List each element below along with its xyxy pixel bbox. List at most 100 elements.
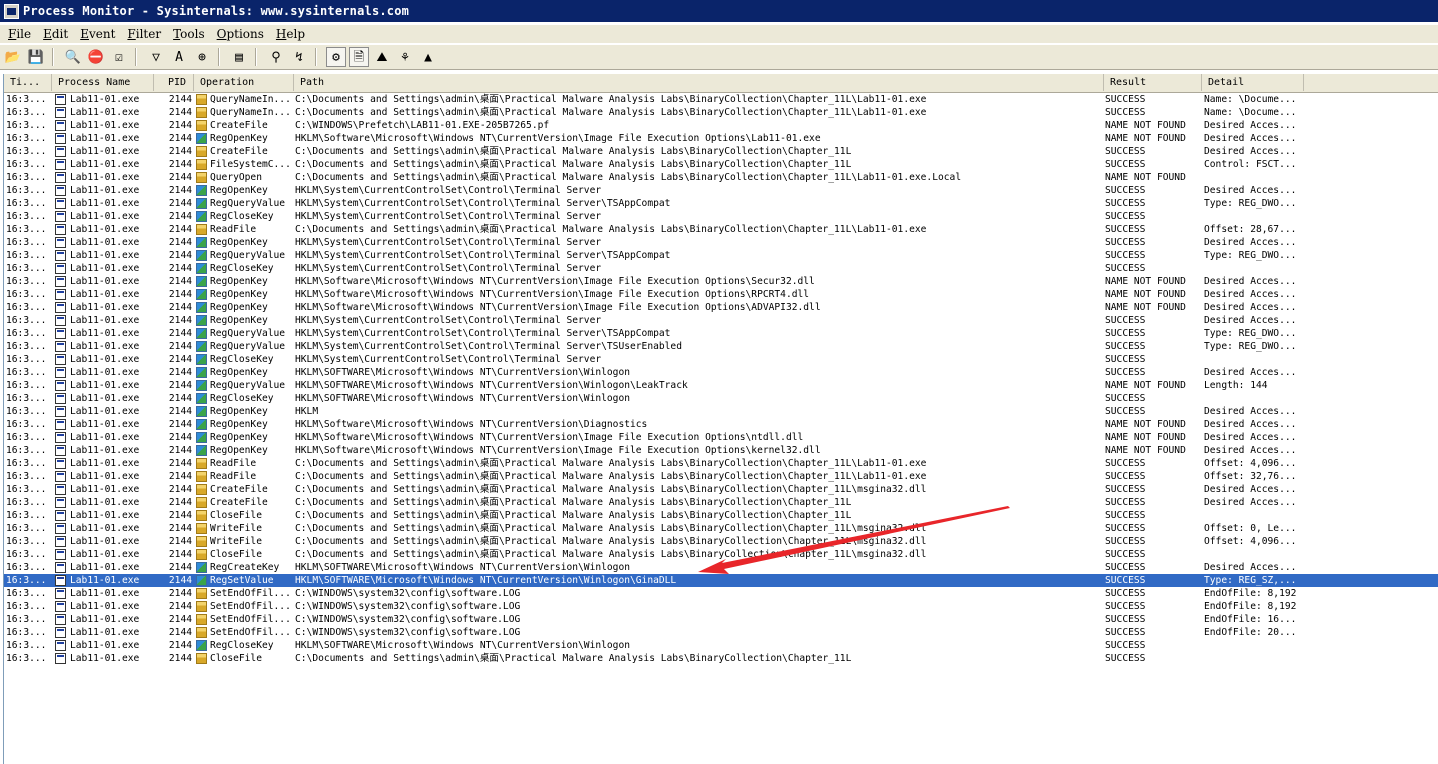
table-row[interactable]: 16:3... Lab11-01.exe 2144 RegCloseKey HKLM\S… bbox=[4, 353, 1438, 366]
table-row[interactable]: 16:3... Lab11-01.exe 2144 CreateFile C:\WIND… bbox=[4, 119, 1438, 132]
table-row[interactable]: 16:3... Lab11-01.exe 2144 SetEndOfFil... C:\… bbox=[4, 600, 1438, 613]
table-row[interactable]: 16:3... Lab11-01.exe 2144 SetEndOfFil... C:\… bbox=[4, 587, 1438, 600]
column-process-name[interactable]: Process Name bbox=[52, 74, 154, 91]
menu-accelerator: F bbox=[127, 27, 136, 41]
table-row[interactable]: 16:3... Lab11-01.exe 2144 RegCloseKey HKLM\S… bbox=[4, 262, 1438, 275]
table-row[interactable]: 16:3... Lab11-01.exe 2144 RegOpenKey HKLM\Sy… bbox=[4, 184, 1438, 197]
column-time[interactable]: Ti... bbox=[4, 74, 52, 91]
target-icon: ⊕ bbox=[198, 49, 206, 65]
table-row[interactable]: 16:3... Lab11-01.exe 2144 RegOpenKey HKLM\So… bbox=[4, 418, 1438, 431]
cell-path: HKLM\Software\Microsoft\Windows NT\Curre… bbox=[295, 302, 821, 313]
table-row[interactable]: 16:3... Lab11-01.exe 2144 RegOpenKey HKLM\SO… bbox=[4, 366, 1438, 379]
table-row[interactable]: 16:3... Lab11-01.exe 2144 ReadFile C:\Docume… bbox=[4, 470, 1438, 483]
menu-edit[interactable]: Edit bbox=[43, 27, 68, 41]
target-button[interactable]: ⊕ bbox=[192, 47, 212, 67]
table-row[interactable]: 16:3... Lab11-01.exe 2144 RegOpenKey HKLM\So… bbox=[4, 132, 1438, 145]
show-process-button[interactable]: ⚘ bbox=[395, 47, 415, 67]
process-icon bbox=[55, 172, 66, 183]
menu-help[interactable]: Help bbox=[276, 27, 305, 41]
table-row[interactable]: 16:3... Lab11-01.exe 2144 RegQueryValue HKLM… bbox=[4, 249, 1438, 262]
table-row[interactable]: 16:3... Lab11-01.exe 2144 QueryNameIn... C:\… bbox=[4, 106, 1438, 119]
app-icon[interactable] bbox=[4, 3, 19, 19]
table-row[interactable]: 16:3... Lab11-01.exe 2144 RegOpenKey HKLM\Sy… bbox=[4, 236, 1438, 249]
table-row[interactable]: 16:3... Lab11-01.exe 2144 QueryNameIn... C:\… bbox=[4, 93, 1438, 106]
column-operation[interactable]: Operation bbox=[194, 74, 294, 91]
table-row[interactable]: 16:3... Lab11-01.exe 2144 QueryOpen C:\Docum… bbox=[4, 171, 1438, 184]
table-row[interactable]: 16:3... Lab11-01.exe 2144 FileSystemC... C:\… bbox=[4, 158, 1438, 171]
registry-icon bbox=[196, 237, 207, 248]
table-row[interactable]: 16:3... Lab11-01.exe 2144 ReadFile C:\Docume… bbox=[4, 457, 1438, 470]
magnify-button[interactable]: 🔍 bbox=[63, 47, 83, 67]
process-icon bbox=[55, 289, 66, 300]
table-row[interactable]: 16:3... Lab11-01.exe 2144 RegCloseKey HKLM\S… bbox=[4, 210, 1438, 223]
cell-detail bbox=[1204, 353, 1304, 366]
table-row[interactable]: 16:3... Lab11-01.exe 2144 WriteFile C:\Docum… bbox=[4, 522, 1438, 535]
table-row[interactable]: 16:3... Lab11-01.exe 2144 RegQueryValue HKLM… bbox=[4, 340, 1438, 353]
table-row[interactable]: 16:3... Lab11-01.exe 2144 CreateFile C:\Docu… bbox=[4, 483, 1438, 496]
show-filesystem-button[interactable]: 🗎 bbox=[349, 47, 369, 67]
properties-button[interactable]: ▤ bbox=[229, 47, 249, 67]
show-network-button[interactable]: ⛰ bbox=[372, 47, 392, 67]
table-row[interactable]: 16:3... Lab11-01.exe 2144 RegCloseKey HKLM\S… bbox=[4, 639, 1438, 652]
event-list[interactable]: Ti... Process Name PID Operation Path Re… bbox=[3, 74, 1438, 764]
registry-icon bbox=[196, 575, 207, 586]
highlight-button[interactable]: A bbox=[169, 47, 189, 67]
cell-path: C:\Documents and Settings\admin\桌面\Pract… bbox=[295, 497, 852, 508]
table-row[interactable]: 16:3... Lab11-01.exe 2144 RegOpenKey HKLM\So… bbox=[4, 444, 1438, 457]
cell-result: SUCCESS bbox=[1105, 237, 1146, 248]
table-row[interactable]: 16:3... Lab11-01.exe 2144 RegQueryValue HKLM… bbox=[4, 197, 1438, 210]
capture-button[interactable]: ⛔ bbox=[86, 47, 106, 67]
cell-operation: RegOpenKey bbox=[210, 406, 268, 417]
table-row[interactable]: 16:3... Lab11-01.exe 2144 RegOpenKey HKLM\Sy… bbox=[4, 314, 1438, 327]
column-path[interactable]: Path bbox=[294, 74, 1104, 91]
column-detail[interactable]: Detail bbox=[1202, 74, 1304, 91]
show-registry-button[interactable]: ⚙ bbox=[326, 47, 346, 67]
table-row[interactable]: 16:3... Lab11-01.exe 2144 CloseFile C:\Docum… bbox=[4, 509, 1438, 522]
save-button[interactable]: 💾 bbox=[26, 47, 46, 67]
file-icon bbox=[196, 471, 207, 482]
process-icon bbox=[55, 614, 66, 625]
menu-tools[interactable]: Tools bbox=[173, 27, 205, 41]
table-row[interactable]: 16:3... Lab11-01.exe 2144 RegOpenKey HKLM\So… bbox=[4, 431, 1438, 444]
table-row[interactable]: 16:3... Lab11-01.exe 2144 RegQueryValue HKLM… bbox=[4, 327, 1438, 340]
table-row[interactable]: 16:3... Lab11-01.exe 2144 RegOpenKey HKLM\So… bbox=[4, 301, 1438, 314]
registry-icon bbox=[196, 562, 207, 573]
show-profiling-button[interactable]: ▲ bbox=[418, 47, 438, 67]
registry-icon bbox=[196, 354, 207, 365]
table-row-selected[interactable]: 16:3... Lab11-01.exe 2144 RegSetValue HKLM\S… bbox=[4, 574, 1438, 587]
table-row[interactable]: 16:3... Lab11-01.exe 2144 RegOpenKey HKLM SUC… bbox=[4, 405, 1438, 418]
table-row[interactable]: 16:3... Lab11-01.exe 2144 RegOpenKey HKLM\So… bbox=[4, 288, 1438, 301]
autoscroll-button[interactable]: ☑ bbox=[109, 47, 129, 67]
cell-process-name: Lab11-01.exe bbox=[70, 523, 140, 534]
open-button[interactable]: 📂 bbox=[3, 47, 23, 67]
column-result[interactable]: Result bbox=[1104, 74, 1202, 91]
process-icon bbox=[55, 224, 66, 235]
process-icon bbox=[55, 471, 66, 482]
table-row[interactable]: 16:3... Lab11-01.exe 2144 SetEndOfFil... C:\… bbox=[4, 626, 1438, 639]
menu-filter[interactable]: Filter bbox=[127, 27, 161, 41]
registry-icon bbox=[196, 432, 207, 443]
filter-button[interactable]: ▽ bbox=[146, 47, 166, 67]
table-row[interactable]: 16:3... Lab11-01.exe 2144 WriteFile C:\Docum… bbox=[4, 535, 1438, 548]
table-row[interactable]: 16:3... Lab11-01.exe 2144 CreateFile C:\Docu… bbox=[4, 496, 1438, 509]
column-pid[interactable]: PID bbox=[154, 74, 194, 91]
find-button[interactable]: ⚲ bbox=[266, 47, 286, 67]
table-row[interactable]: 16:3... Lab11-01.exe 2144 RegQueryValue HKLM… bbox=[4, 379, 1438, 392]
table-row[interactable]: 16:3... Lab11-01.exe 2144 ReadFile C:\Docume… bbox=[4, 223, 1438, 236]
table-row[interactable]: 16:3... Lab11-01.exe 2144 RegCreateKey HKLM\… bbox=[4, 561, 1438, 574]
cell-pid: 2144 bbox=[168, 302, 192, 313]
menu-options[interactable]: Options bbox=[217, 27, 264, 41]
table-row[interactable]: 16:3... Lab11-01.exe 2144 SetEndOfFil... C:\… bbox=[4, 613, 1438, 626]
menu-label-rest: dit bbox=[51, 27, 69, 41]
table-row[interactable]: 16:3... Lab11-01.exe 2144 CloseFile C:\Docum… bbox=[4, 652, 1438, 665]
menu-file[interactable]: File bbox=[8, 27, 31, 41]
registry-icon bbox=[196, 211, 207, 222]
table-row[interactable]: 16:3... Lab11-01.exe 2144 RegOpenKey HKLM\So… bbox=[4, 275, 1438, 288]
table-row[interactable]: 16:3... Lab11-01.exe 2144 CloseFile C:\Docum… bbox=[4, 548, 1438, 561]
table-row[interactable]: 16:3... Lab11-01.exe 2144 RegCloseKey HKLM\S… bbox=[4, 392, 1438, 405]
table-row[interactable]: 16:3... Lab11-01.exe 2144 CreateFile C:\Docu… bbox=[4, 145, 1438, 158]
cell-operation: RegCloseKey bbox=[210, 211, 274, 222]
cell-operation: QueryOpen bbox=[210, 172, 262, 183]
jump-button[interactable]: ↯ bbox=[289, 47, 309, 67]
menu-event[interactable]: Event bbox=[80, 27, 115, 41]
